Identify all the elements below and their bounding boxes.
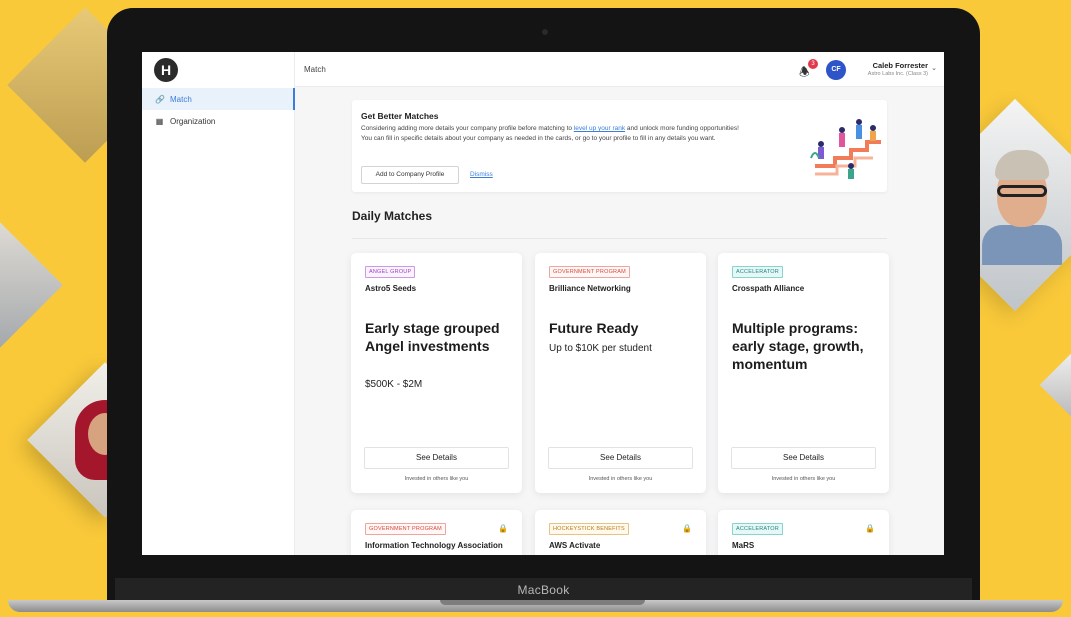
sidebar-item-match[interactable]: 🔗 Match bbox=[142, 88, 295, 110]
card-title: Early stage grouped Angel investments bbox=[365, 320, 500, 354]
decorative-photo-tile bbox=[0, 207, 63, 363]
sidebar: H 🔗 Match ▦ Organization bbox=[142, 52, 295, 555]
link-icon: 🔗 bbox=[155, 94, 165, 104]
user-organization: Astro Labs Inc. (Class 3) bbox=[867, 71, 928, 77]
match-card[interactable]: ACCELERATOR Crosspath Alliance Multiple … bbox=[718, 253, 889, 493]
daily-matches-title: Daily Matches bbox=[352, 209, 433, 223]
organization-name: Astro5 Seeds bbox=[365, 284, 417, 293]
top-bar: Match 🕭 3 CF Caleb Forrester Astro Labs … bbox=[295, 52, 944, 87]
app-screen: H 🔗 Match ▦ Organization Match 🕭 3 CF Ca… bbox=[142, 52, 944, 555]
card-title: Future Ready bbox=[549, 320, 639, 336]
lock-icon: 🔒 bbox=[682, 524, 692, 533]
avatar[interactable]: CF bbox=[826, 60, 846, 80]
laptop-notch bbox=[440, 600, 645, 605]
dismiss-link[interactable]: Dismiss bbox=[470, 171, 493, 178]
app-logo[interactable]: H bbox=[154, 58, 178, 82]
add-to-company-profile-button[interactable]: Add to Company Profile bbox=[361, 166, 459, 184]
category-tag: ANGEL GROUP bbox=[365, 266, 416, 278]
card-footer: Invested in others like you bbox=[771, 476, 836, 482]
organization-name: MaRS bbox=[732, 541, 755, 550]
banner-title: Get Better Matches bbox=[361, 111, 439, 121]
organization-name: Crosspath Alliance bbox=[732, 284, 805, 293]
locked-match-card[interactable]: ACCELERATOR 🔒 MaRS bbox=[718, 510, 889, 555]
user-name[interactable]: Caleb Forrester bbox=[873, 61, 928, 70]
card-title: Multiple programs: early stage, growth, … bbox=[732, 320, 864, 372]
locked-match-card[interactable]: GOVERNMENT PROGRAM 🔒 Information Technol… bbox=[351, 510, 522, 555]
organization-name: Brilliance Networking bbox=[549, 284, 631, 293]
lock-icon: 🔒 bbox=[865, 524, 875, 533]
camera-icon bbox=[542, 29, 548, 35]
organization-name: Information Technology Association bbox=[365, 541, 503, 550]
category-tag: ACCELERATOR bbox=[732, 266, 783, 278]
card-subtitle: $500K - $2M bbox=[365, 379, 423, 390]
sidebar-item-label: Match bbox=[170, 94, 192, 104]
card-footer: Invested in others like you bbox=[404, 476, 469, 482]
section-divider bbox=[352, 238, 887, 239]
card-footer: Invested in others like you bbox=[588, 476, 653, 482]
chevron-down-icon[interactable]: ⌄ bbox=[931, 64, 937, 72]
decorative-photo-tile bbox=[1039, 349, 1071, 421]
lock-icon: 🔒 bbox=[498, 524, 508, 533]
level-up-link[interactable]: level up your rank bbox=[574, 125, 625, 132]
see-details-button[interactable]: See Details bbox=[731, 447, 876, 469]
page-title: Match bbox=[304, 65, 326, 74]
banner-body: Considering adding more details your com… bbox=[361, 124, 741, 144]
see-details-button[interactable]: See Details bbox=[548, 447, 693, 469]
category-tag: ACCELERATOR bbox=[732, 523, 783, 535]
organization-name: AWS Activate bbox=[549, 541, 601, 550]
category-tag: GOVERNMENT PROGRAM bbox=[549, 266, 630, 278]
category-tag: GOVERNMENT PROGRAM bbox=[365, 523, 446, 535]
man-portrait bbox=[977, 145, 1067, 265]
match-card[interactable]: GOVERNMENT PROGRAM Brilliance Networking… bbox=[535, 253, 706, 493]
category-tag: HOCKEYSTICK BENEFITS bbox=[549, 523, 629, 535]
building-icon: ▦ bbox=[155, 116, 164, 126]
sidebar-item-organization[interactable]: ▦ Organization bbox=[142, 110, 295, 132]
better-matches-banner: Get Better Matches Considering adding mo… bbox=[352, 100, 887, 192]
sidebar-item-label: Organization bbox=[170, 116, 216, 126]
laptop-brand-label: MacBook bbox=[115, 578, 972, 600]
see-details-button[interactable]: See Details bbox=[364, 447, 509, 469]
card-subtitle: Up to $10K per student bbox=[549, 343, 652, 354]
notification-badge: 3 bbox=[808, 59, 818, 69]
banner-text: Considering adding more details your com… bbox=[361, 125, 574, 132]
locked-match-card[interactable]: HOCKEYSTICK BENEFITS 🔒 AWS Activate bbox=[535, 510, 706, 555]
match-card[interactable]: ANGEL GROUP Astro5 Seeds Early stage gro… bbox=[351, 253, 522, 493]
people-stairs-illustration-icon bbox=[810, 119, 881, 179]
